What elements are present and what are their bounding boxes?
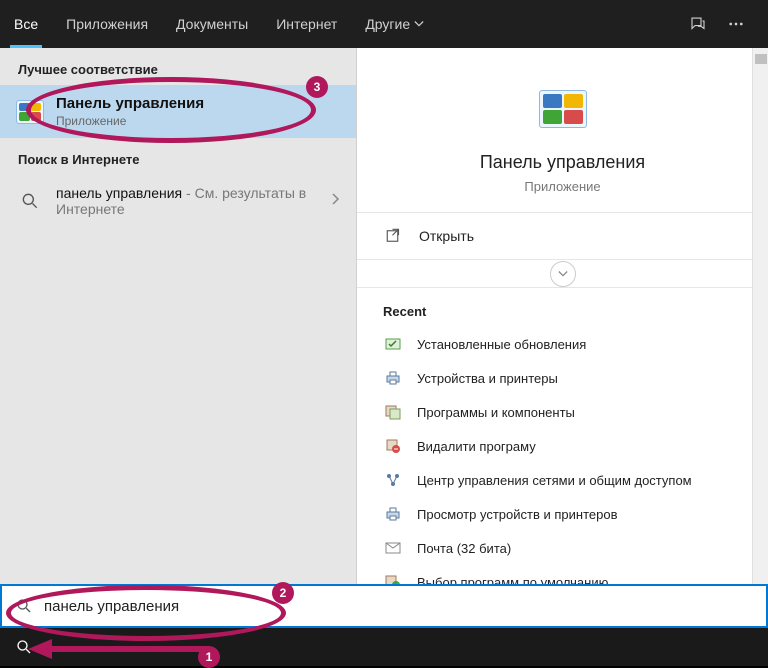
result-title: Панель управления — [56, 95, 342, 112]
updates-icon — [383, 334, 403, 354]
recent-label: Устройства и принтеры — [417, 371, 558, 386]
recent-label: Центр управления сетями и общим доступом — [417, 473, 692, 488]
search-icon — [14, 185, 46, 217]
printer-icon — [383, 368, 403, 388]
chevron-down-icon — [414, 16, 424, 32]
tab-documents[interactable]: Документы — [162, 0, 262, 48]
network-icon — [383, 470, 403, 490]
result-control-panel[interactable]: Панель управления Приложение — [0, 85, 356, 138]
search-header: Все Приложения Документы Интернет Другие — [0, 0, 768, 48]
taskbar-search-icon[interactable] — [4, 628, 44, 666]
tab-all[interactable]: Все — [0, 0, 52, 48]
open-label: Открыть — [419, 228, 474, 244]
taskbar — [0, 628, 768, 666]
recent-label: Просмотр устройств и принтеров — [417, 507, 617, 522]
more-icon[interactable] — [720, 8, 752, 40]
printer-icon — [383, 504, 403, 524]
control-panel-icon — [14, 96, 46, 128]
feedback-icon[interactable] — [682, 8, 714, 40]
recent-item-network[interactable]: Центр управления сетями и общим доступом — [357, 463, 768, 497]
uninstall-icon — [383, 436, 403, 456]
best-match-header: Лучшее соответствие — [0, 48, 356, 85]
scrollbar[interactable] — [752, 48, 768, 604]
recent-item-programs[interactable]: Программы и компоненты — [357, 395, 768, 429]
recent-item-mail[interactable]: Почта (32 бита) — [357, 531, 768, 565]
preview-subtitle: Приложение — [381, 179, 744, 194]
chevron-down-icon — [550, 261, 576, 287]
recent-label: Видалити програму — [417, 439, 536, 454]
tab-web[interactable]: Интернет — [262, 0, 351, 48]
recent-item-devices[interactable]: Устройства и принтеры — [357, 361, 768, 395]
open-action[interactable]: Открыть — [357, 213, 768, 259]
recent-label: Программы и компоненты — [417, 405, 575, 420]
filter-tabs: Все Приложения Документы Интернет Другие — [0, 0, 682, 48]
web-search-header: Поиск в Интернете — [0, 138, 356, 175]
recent-label: Установленные обновления — [417, 337, 586, 352]
preview-title: Панель управления — [381, 152, 744, 173]
tab-more[interactable]: Другие — [351, 0, 438, 48]
tab-apps[interactable]: Приложения — [52, 0, 162, 48]
recent-item-view-devices[interactable]: Просмотр устройств и принтеров — [357, 497, 768, 531]
preview-panel: Панель управления Приложение Открыть Rec… — [356, 48, 768, 604]
search-icon — [12, 594, 36, 618]
search-box[interactable] — [0, 584, 768, 628]
recent-header: Recent — [357, 288, 768, 327]
search-body: Лучшее соответствие Панель управления Пр… — [0, 48, 768, 604]
header-actions — [682, 0, 760, 48]
recent-item-uninstall[interactable]: Видалити програму — [357, 429, 768, 463]
programs-icon — [383, 402, 403, 422]
result-web-search[interactable]: панель управления - См. результаты в Инт… — [0, 175, 356, 227]
web-result-text: панель управления - См. результаты в Инт… — [56, 185, 330, 217]
mail-icon — [383, 538, 403, 558]
recent-label: Почта (32 бита) — [417, 541, 511, 556]
open-icon — [383, 225, 405, 247]
control-panel-icon — [534, 80, 592, 138]
results-panel: Лучшее соответствие Панель управления Пр… — [0, 48, 356, 604]
result-subtitle: Приложение — [56, 114, 342, 128]
chevron-right-icon — [330, 192, 342, 210]
search-input[interactable] — [44, 598, 756, 615]
expand-actions[interactable] — [357, 260, 768, 288]
recent-item-updates[interactable]: Установленные обновления — [357, 327, 768, 361]
